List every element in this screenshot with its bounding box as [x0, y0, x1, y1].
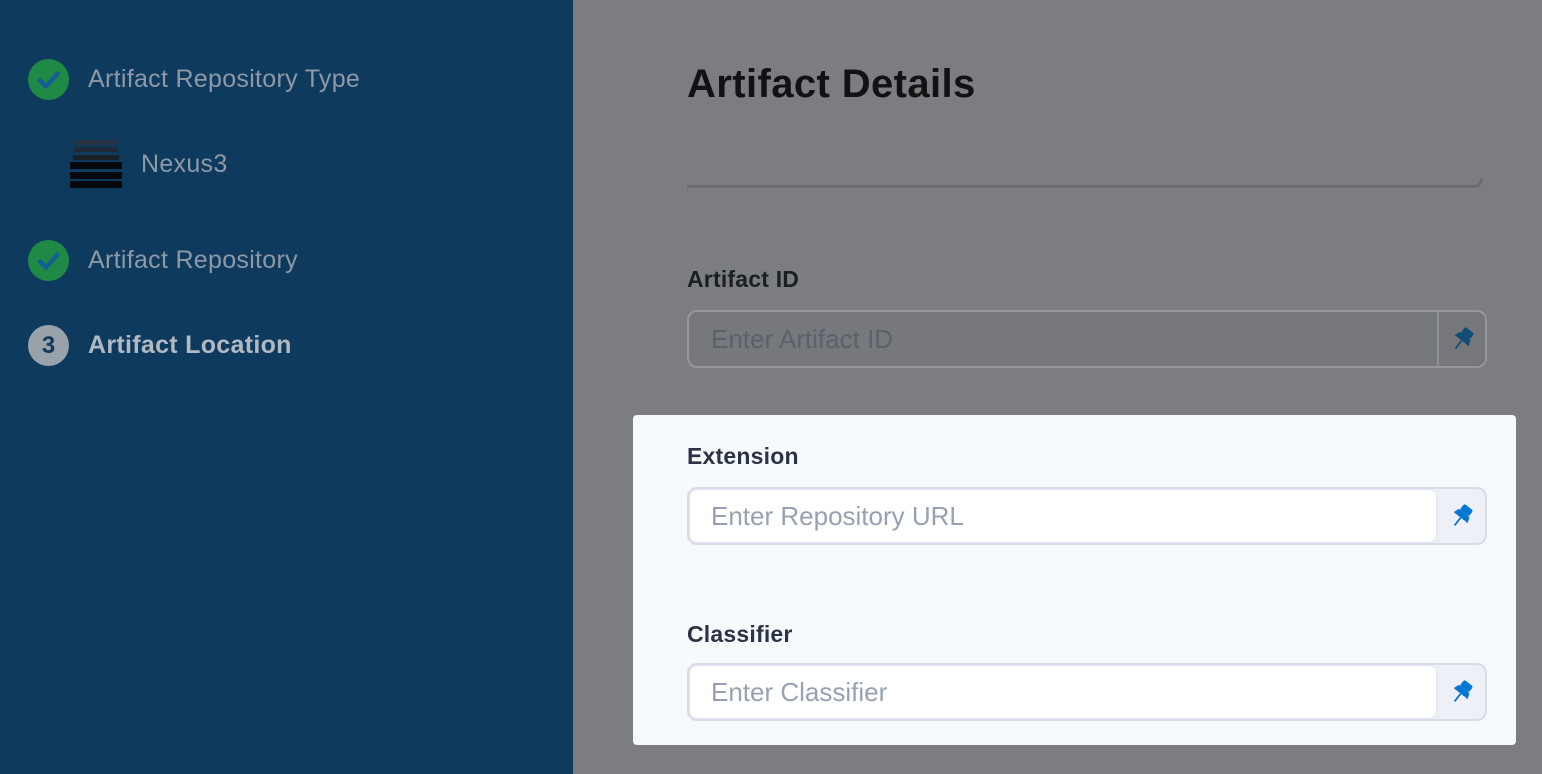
extension-field — [687, 487, 1487, 545]
page-title: Artifact Details — [687, 62, 976, 107]
highlighted-fields-region: Extension Classifier — [633, 415, 1516, 745]
check-icon — [28, 59, 69, 100]
artifact-id-input[interactable] — [689, 312, 1437, 366]
artifact-details-panel: Artifact Details Artifact ID Extension — [573, 0, 1542, 774]
artifact-id-field — [687, 310, 1487, 368]
classifier-pin-button[interactable] — [1437, 665, 1485, 719]
sidebar-item-label: Artifact Repository — [88, 246, 298, 275]
pin-icon — [1448, 503, 1475, 530]
extension-input[interactable] — [689, 489, 1437, 543]
pin-icon — [1448, 679, 1475, 706]
section-divider — [687, 178, 1483, 188]
check-icon — [28, 240, 69, 281]
wizard-steps-sidebar: Artifact Repository Type Nexus3 Artifact… — [0, 0, 573, 774]
sidebar-item-nexus3[interactable]: Nexus3 — [70, 140, 228, 188]
sidebar-item-label: Nexus3 — [141, 150, 228, 179]
sidebar-item-artifact-repository[interactable]: Artifact Repository — [28, 240, 298, 281]
sidebar-item-artifact-location[interactable]: 3 Artifact Location — [28, 325, 292, 366]
sidebar-item-label: Artifact Location — [88, 331, 292, 360]
classifier-field — [687, 663, 1487, 721]
pin-icon — [1449, 326, 1476, 353]
artifact-wizard-window: Artifact Repository Type Nexus3 Artifact… — [0, 0, 1542, 774]
extension-pin-button[interactable] — [1437, 489, 1485, 543]
sidebar-item-label: Artifact Repository Type — [88, 65, 360, 94]
artifact-id-field-label: Artifact ID — [687, 266, 799, 293]
sidebar-item-artifact-repository-type[interactable]: Artifact Repository Type — [28, 59, 360, 100]
classifier-field-label: Classifier — [687, 621, 793, 648]
nexus3-logo — [70, 140, 122, 188]
classifier-input[interactable] — [689, 665, 1437, 719]
step-number-badge: 3 — [28, 325, 69, 366]
artifact-id-pin-button[interactable] — [1437, 312, 1485, 366]
step-number: 3 — [42, 332, 55, 360]
extension-field-label: Extension — [687, 443, 799, 470]
